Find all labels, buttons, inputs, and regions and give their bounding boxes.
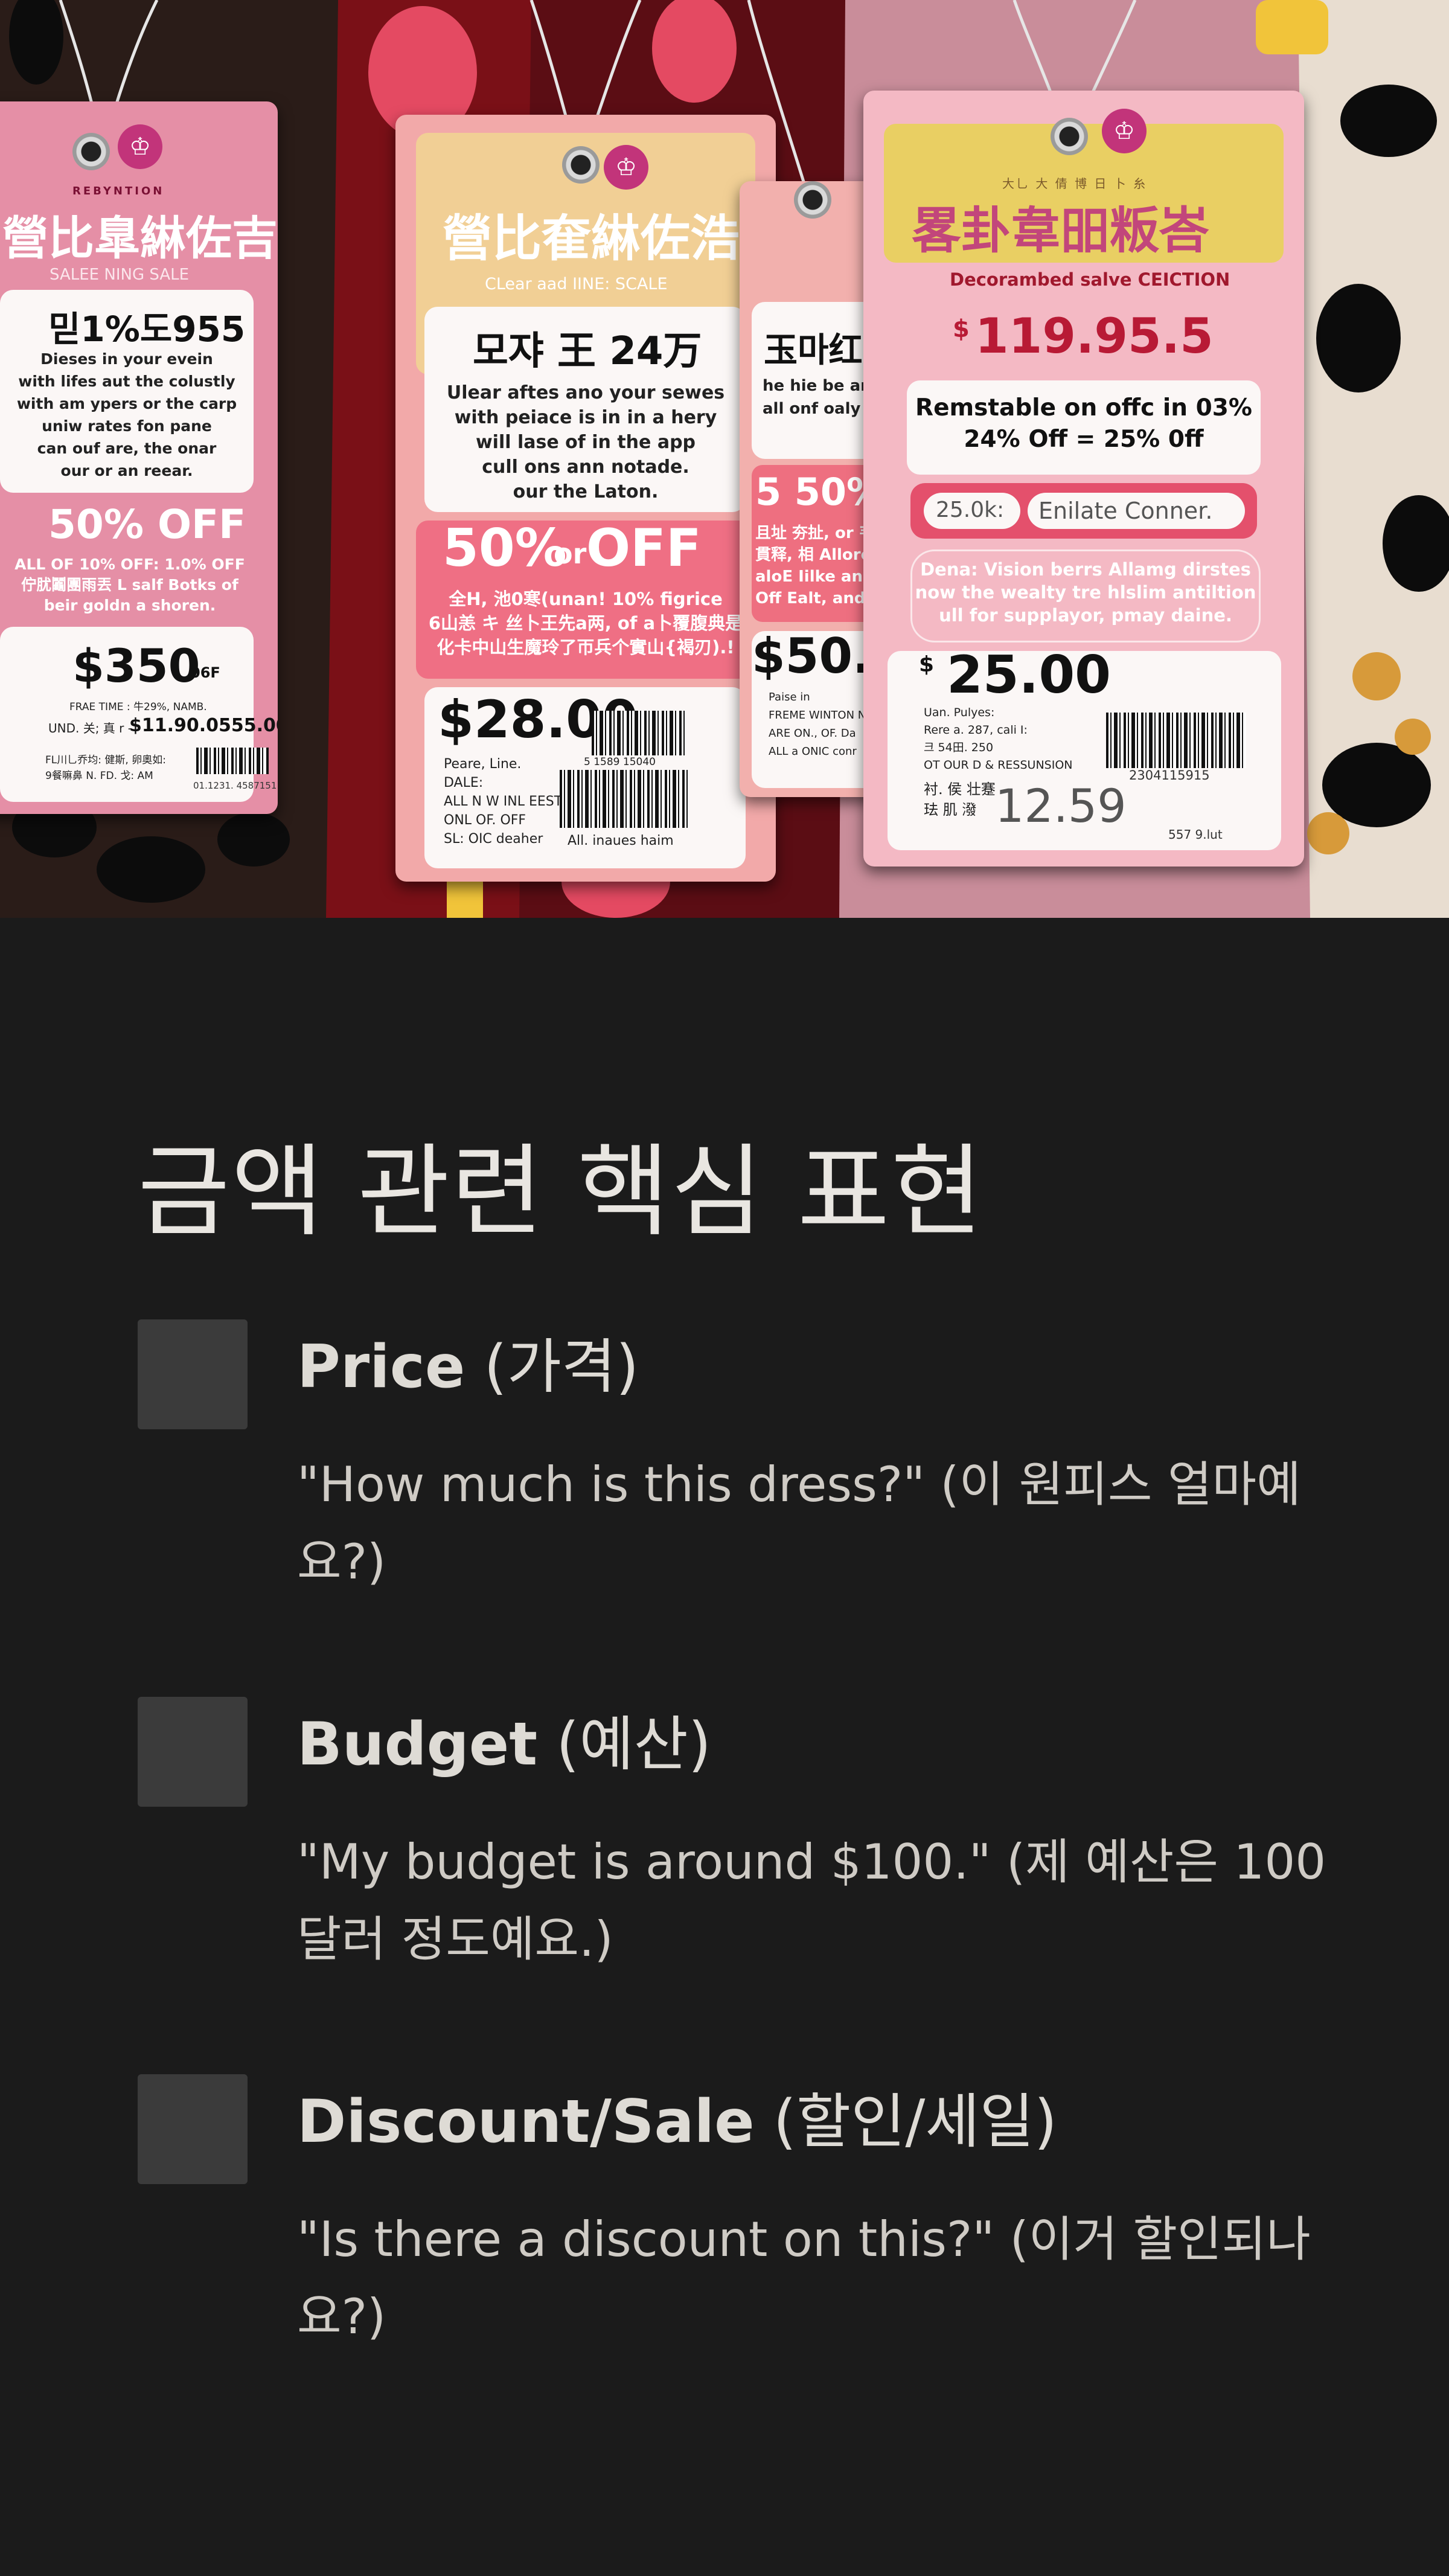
tag4-meta: Uan. Pulyes: Rere a. 287, cali I: 크 54田. 2… <box>924 706 1073 772</box>
tag2-meta: Peare, Line. DALE: ALL N W INL EEST ONL OF.… <box>444 757 563 847</box>
tag1-discount-detail: ALL OF 10% OFF: 1.0% OFF 佇肬鬮團雨丟 L salf Bo… <box>14 556 245 614</box>
brand-logo-icon: ♔ <box>1102 109 1147 153</box>
checkbox-placeholder <box>138 1319 248 1429</box>
example-sentence: "Is there a discount on this?" (이거 할인되나요… <box>297 2211 1311 2345</box>
section-title: 금액 관련 핵심 표현 <box>138 1134 985 1251</box>
price-tag-4: ♔ 大乚 大 倩 博 日 卜 糸 畧卦韋昍粄峇 Decorambed salve… <box>863 91 1304 867</box>
tag3-meta: Paise in FREME WINTON NE ARE ON., OF. Da AL… <box>769 691 873 758</box>
tag2-body: Ulear aftes ano your sewes with peiace is… <box>446 382 725 502</box>
tag3-body: he hie be anr all onf oaly <box>763 377 880 418</box>
term-heading: Budget (예산) <box>297 1705 711 1784</box>
term-heading: Discount/Sale (할인/세일) <box>297 2083 1057 2161</box>
tag2-discount-detail: 全H, 池0寒(unan! 10% figrice 6山恙 キ 丝卜王先a两, o… <box>428 589 743 658</box>
term-en: Price <box>297 1333 465 1402</box>
checkbox-placeholder <box>138 1697 248 1807</box>
term-ko: (가격) <box>484 1333 639 1402</box>
tag4-dollar-2: $ <box>919 652 935 677</box>
tag4-dollar: $ <box>953 315 970 343</box>
page: ♔ REBYNTION 營比臯綝佐吉 SALEE NING SALE 믿1%도9… <box>0 0 1449 2576</box>
term-ko: (할인/세일) <box>773 2087 1057 2156</box>
example-sentence: "My budget is around $100." (제 예산은 100달러… <box>297 1834 1326 1967</box>
tag4-desc: Dena: Vision berrs Allamg dirstes now the… <box>915 559 1256 626</box>
brand-logo-icon: ♔ <box>604 145 648 190</box>
tag1-footer: FL川乚乔均: 健斯, 卵奧如: 9餐嘛鼻 N. FD. 戈: AM <box>45 754 166 782</box>
tag1-body: Dieses in your evein with lifes aut the c… <box>16 350 237 479</box>
term-en: Budget <box>297 1710 538 1779</box>
tag4-notice: Remstable on offc in 03% 24% Off = 25% 0f… <box>915 394 1252 453</box>
brand-logo-icon: ♔ <box>118 124 162 169</box>
example-sentence: "How much is this dress?" (이 원피스 얼마예요?) <box>297 1456 1301 1590</box>
tag4-cjk: 衬. 侯 壮蹇珐 肌 潑 <box>924 781 996 818</box>
barcode <box>592 711 685 755</box>
price-tag-2: ♔ 營比奞綝佐浩 CLear aad IINE: SCALE 모쟈 王 24万 … <box>395 115 776 882</box>
hero-photo: ♔ REBYNTION 營比臯綝佐吉 SALEE NING SALE 믿1%도9… <box>0 0 1449 918</box>
term-ko: (예산) <box>556 1710 712 1779</box>
barcode <box>196 748 269 774</box>
term-heading: Price (가격) <box>297 1328 639 1406</box>
checkbox-placeholder <box>138 2074 248 2184</box>
barcode <box>560 770 689 828</box>
price-tag-1: ♔ REBYNTION 營比臯綝佐吉 SALEE NING SALE 믿1%도9… <box>0 101 278 814</box>
barcode <box>1106 713 1246 768</box>
term-en: Discount/Sale <box>297 2087 755 2156</box>
content-section: 금액 관련 핵심 표현 Price (가격) "How much is this… <box>0 918 1449 2576</box>
